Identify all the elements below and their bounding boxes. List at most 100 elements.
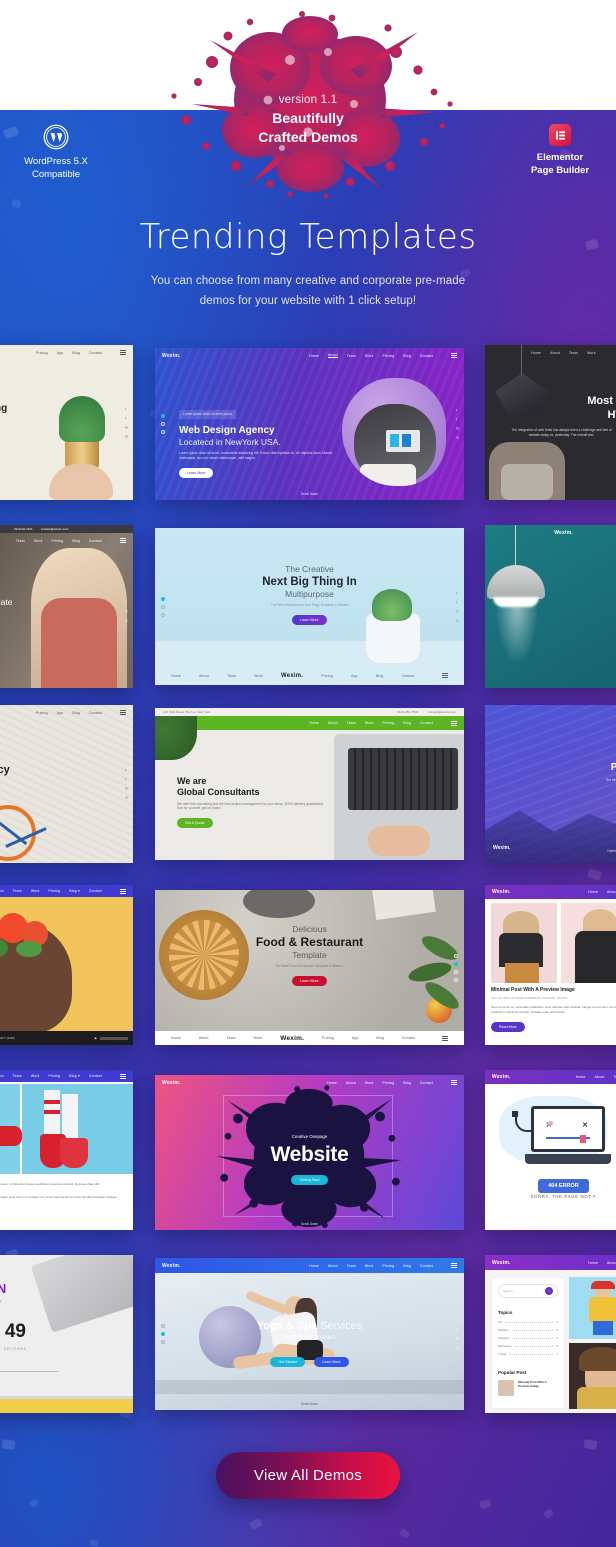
demo-card[interactable]: The Parall The best Multipurpose Wexim. … [485, 705, 616, 863]
card-line2: gency [0, 764, 10, 777]
card-line1: Delicious [292, 924, 327, 934]
demo-card[interactable]: Wexim. Home About Work Pricing Blog Contact [155, 1075, 464, 1230]
topic-dots [509, 1353, 554, 1355]
view-all-demos-button[interactable]: View All Demos [215, 1452, 401, 1499]
hamburger-icon[interactable] [120, 888, 126, 894]
thumbnail [498, 1380, 514, 1396]
hamburger-icon[interactable] [451, 353, 457, 358]
card-heading-light: Locatecd in NewYork USA. [179, 437, 281, 448]
card-cta-button[interactable]: Get A Quote [177, 818, 213, 829]
topic-row[interactable]: Lifestyle 2 [498, 1336, 558, 1340]
demo-card[interactable]: 0120-00-7461 contact@wexim.com Team Work P… [0, 525, 133, 688]
card-phone: 0120-00-7461 [14, 527, 33, 531]
hero-subtitle-line2: demos for your website with 1 click setu… [199, 295, 417, 308]
demo-row: PricingAppBlogContact on nning on ftin◎ [0, 345, 616, 520]
elementor-icon [549, 124, 571, 146]
demo-row: 0120-00-7461 contact@wexim.com Team Work P… [0, 525, 616, 700]
card-cta-button[interactable]: Read More [491, 1021, 525, 1032]
demo-card[interactable]: SOON We will be back shortly 49 SECONDS [0, 1255, 133, 1413]
topic-label: Lifestyle [498, 1336, 510, 1340]
hamburger-icon[interactable] [120, 710, 126, 715]
card-heading-small: on [0, 397, 7, 403]
card-line2: Parall [610, 762, 616, 774]
confetti-piece [11, 198, 22, 209]
demo-card[interactable]: AboutTeamWorkPricingBlog ▾Contact 01 - L… [0, 885, 133, 1045]
search-input[interactable]: Search... [503, 1289, 515, 1293]
card-heading: Website [270, 1142, 349, 1166]
demo-card[interactable]: Wexim. HomeAboutTeamW ✕ ✕ [485, 1070, 616, 1230]
card-heading-tail: on [0, 416, 7, 422]
hamburger-icon[interactable] [451, 1263, 457, 1268]
card-cta-button-1[interactable]: Get Started [270, 1356, 305, 1367]
topic-row[interactable]: Travel 7 [498, 1352, 558, 1356]
demo-card[interactable]: PricingAppBlogContact m gency rld ftin◎ [0, 705, 133, 863]
site-logo: Wexim. [280, 1034, 305, 1042]
topic-row[interactable]: Fashion 6 [498, 1328, 558, 1332]
hamburger-icon[interactable] [441, 1035, 448, 1041]
blog-excerpt-2: Maximus urna magna, quis rutrum in sempe… [0, 1195, 118, 1200]
card-cta-button[interactable]: Learn More [179, 468, 214, 479]
demo-card[interactable]: AboutTeamWorkPricingBlog ▾Contact [0, 1070, 133, 1230]
topic-row[interactable]: Art 4 [498, 1320, 558, 1324]
countdown-value: 49 [4, 1321, 26, 1342]
demo-card[interactable]: Delicious Food & Restaurant Template The… [155, 890, 464, 1045]
card-body: The Best Food Restaurant Template in Mar… [275, 964, 344, 969]
card-heading-light: Services [320, 1320, 363, 1332]
site-logo: Wexim. [554, 529, 573, 536]
slide-dots[interactable] [454, 953, 458, 982]
hamburger-icon[interactable] [120, 1073, 126, 1079]
hamburger-icon[interactable] [120, 538, 126, 543]
hamburger-icon[interactable] [120, 350, 126, 355]
topic-dots [504, 1321, 554, 1323]
site-logo: Wexim. [281, 672, 304, 679]
demo-card[interactable]: Ima The Of Wexim. [485, 525, 616, 688]
card-topbar-address: 120, Mall Street, 5th Ave, New York [163, 710, 210, 714]
hamburger-icon[interactable] [451, 720, 457, 726]
demo-card[interactable]: The Creative Next Big Thing In Multipurp… [155, 528, 464, 685]
hamburger-icon[interactable] [451, 1080, 457, 1085]
demo-row: SOON We will be back shortly 49 SECONDS [0, 1255, 616, 1425]
elementor-badge-line2: Page Builder [530, 164, 590, 176]
demo-card[interactable]: Wexim. Home About Team Work Pricing Blog Conta… [155, 1258, 464, 1410]
confetti-piece [583, 1438, 598, 1451]
countdown-label: SECONDS [4, 1347, 27, 1351]
slide-dots[interactable] [161, 414, 165, 434]
topic-row[interactable]: Motivation 5 [498, 1344, 558, 1348]
scroll-down-label[interactable]: Scroll Down [155, 1402, 464, 1406]
card-cta-button[interactable]: Learn More [292, 976, 327, 987]
demo-card[interactable]: Wexim. HomeAboutTeam Minimal Post With A… [485, 885, 616, 1045]
scroll-down-label[interactable]: Scroll Down [155, 492, 464, 496]
wordpress-badge-line1: WordPress 5.X [24, 156, 88, 167]
topic-dots [512, 1337, 554, 1339]
demo-card[interactable]: HomeAboutTeamWork Most Flex HTML The int… [485, 345, 616, 500]
topics-title: Topics [498, 1310, 513, 1315]
card-cta-button-2[interactable]: Learn More [314, 1356, 349, 1367]
topic-count: 7 [556, 1352, 558, 1356]
demo-card[interactable]: 120, Mall Street, 5th Ave, New York 0120… [155, 708, 464, 860]
hero-section: Trending Templates You can choose from m… [0, 217, 616, 311]
site-logo: Wexim. [162, 1262, 181, 1269]
slide-dots[interactable] [161, 596, 165, 617]
confetti-piece [29, 1498, 39, 1508]
card-line1: m [0, 753, 10, 764]
demo-card[interactable]: Wexim. HomeAboutTeam Search... ⌕ Topics … [485, 1255, 616, 1413]
play-icon[interactable]: ▶ [95, 1036, 97, 1040]
wordpress-badge: WordPress 5.X Compatible [6, 124, 106, 182]
card-line2: Next Big Thing In [262, 576, 357, 589]
hamburger-icon[interactable] [441, 673, 448, 678]
blog-excerpt-1: Integer eu ipsum sem. Ut bibendum lacus … [0, 1182, 100, 1186]
card-cta-button[interactable]: Learn More [292, 615, 327, 626]
topic-count: 4 [556, 1320, 558, 1324]
coming-soon-heading: SOON [0, 1281, 7, 1296]
card-topbar-phone: 0120-456-7890 [397, 710, 418, 714]
slide-dots[interactable] [161, 1324, 165, 1344]
topic-dots [511, 1329, 554, 1331]
card-cta-button[interactable]: Getting Start [291, 1174, 328, 1185]
search-icon[interactable]: ⌕ [545, 1287, 553, 1295]
demo-card[interactable]: PricingAppBlogContact on nning on ftin◎ [0, 345, 133, 500]
wordpress-icon [43, 124, 69, 150]
card-body: We offer free consulting and the best pr… [177, 801, 324, 811]
demo-card[interactable]: Wexim. Home About Team Work Pricing Blog Conta… [155, 348, 464, 500]
scroll-down-label[interactable]: Scroll Down [155, 1222, 464, 1226]
card-heading-bold: Most Flex [587, 395, 616, 407]
